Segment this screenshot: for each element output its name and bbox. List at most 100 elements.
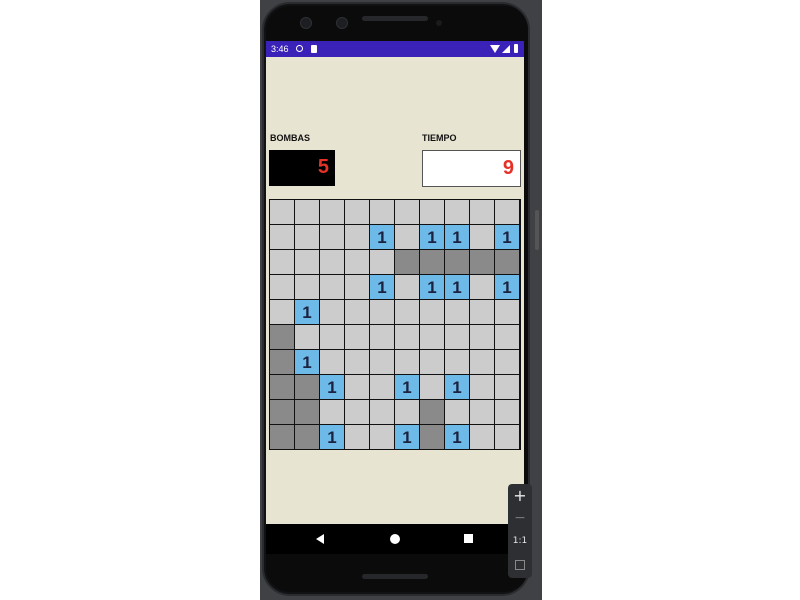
board-cell-hidden[interactable]	[370, 425, 394, 449]
board-cell-open[interactable]	[295, 375, 319, 399]
board-cell-open[interactable]	[270, 425, 294, 449]
board-cell-hidden[interactable]	[295, 225, 319, 249]
board-cell-hidden[interactable]	[420, 350, 444, 374]
board-cell-open[interactable]	[270, 325, 294, 349]
board-cell-number[interactable]: 1	[320, 425, 344, 449]
zoom-in-button[interactable]: +	[508, 486, 532, 505]
board-cell-number[interactable]: 1	[395, 425, 419, 449]
board-cell-number[interactable]: 1	[420, 225, 444, 249]
board-cell-open[interactable]	[420, 425, 444, 449]
board-cell-hidden[interactable]	[270, 300, 294, 324]
board-cell-hidden[interactable]	[295, 200, 319, 224]
board-cell-hidden[interactable]	[345, 375, 369, 399]
board-cell-open[interactable]	[470, 250, 494, 274]
board-cell-hidden[interactable]	[420, 300, 444, 324]
board-cell-hidden[interactable]	[420, 325, 444, 349]
board-cell-hidden[interactable]	[470, 325, 494, 349]
board-cell-open[interactable]	[270, 350, 294, 374]
board-cell-number[interactable]: 1	[495, 225, 519, 249]
board-cell-open[interactable]	[420, 250, 444, 274]
board-cell-open[interactable]	[395, 250, 419, 274]
board-cell-hidden[interactable]	[470, 350, 494, 374]
board-cell-number[interactable]: 1	[370, 225, 394, 249]
board-cell-open[interactable]	[295, 400, 319, 424]
board-cell-hidden[interactable]	[395, 200, 419, 224]
board-cell-hidden[interactable]	[370, 250, 394, 274]
board-cell-hidden[interactable]	[345, 250, 369, 274]
board-cell-number[interactable]: 1	[495, 275, 519, 299]
board-cell-hidden[interactable]	[495, 425, 519, 449]
board-cell-number[interactable]: 1	[445, 225, 469, 249]
board-cell-hidden[interactable]	[345, 225, 369, 249]
board-cell-hidden[interactable]	[320, 200, 344, 224]
board-cell-hidden[interactable]	[320, 400, 344, 424]
board-cell-hidden[interactable]	[370, 350, 394, 374]
home-circle-icon[interactable]	[390, 534, 400, 544]
board-cell-open[interactable]	[295, 425, 319, 449]
board-cell-hidden[interactable]	[495, 400, 519, 424]
board-cell-hidden[interactable]	[295, 275, 319, 299]
board-cell-number[interactable]: 1	[445, 425, 469, 449]
board-cell-hidden[interactable]	[395, 325, 419, 349]
board-cell-hidden[interactable]	[470, 425, 494, 449]
board-cell-hidden[interactable]	[395, 350, 419, 374]
board-cell-hidden[interactable]	[495, 375, 519, 399]
board-cell-hidden[interactable]	[420, 200, 444, 224]
board-cell-hidden[interactable]	[395, 300, 419, 324]
board-cell-hidden[interactable]	[370, 375, 394, 399]
board-cell-open[interactable]	[495, 250, 519, 274]
board-cell-number[interactable]: 1	[395, 375, 419, 399]
board-cell-hidden[interactable]	[370, 300, 394, 324]
board-cell-hidden[interactable]	[470, 300, 494, 324]
board-cell-hidden[interactable]	[320, 350, 344, 374]
board-cell-hidden[interactable]	[420, 375, 444, 399]
board-cell-hidden[interactable]	[345, 200, 369, 224]
board-cell-hidden[interactable]	[295, 250, 319, 274]
board-cell-hidden[interactable]	[445, 350, 469, 374]
board-cell-hidden[interactable]	[470, 225, 494, 249]
board-cell-hidden[interactable]	[345, 300, 369, 324]
board-cell-hidden[interactable]	[445, 325, 469, 349]
board-cell-hidden[interactable]	[320, 275, 344, 299]
board-cell-hidden[interactable]	[345, 425, 369, 449]
board-cell-hidden[interactable]	[270, 275, 294, 299]
board-cell-number[interactable]: 1	[445, 275, 469, 299]
board-cell-number[interactable]: 1	[320, 375, 344, 399]
board-cell-hidden[interactable]	[345, 325, 369, 349]
board-cell-number[interactable]: 1	[295, 300, 319, 324]
board-cell-hidden[interactable]	[445, 300, 469, 324]
board-cell-number[interactable]: 1	[420, 275, 444, 299]
board-cell-hidden[interactable]	[320, 250, 344, 274]
board-cell-hidden[interactable]	[395, 400, 419, 424]
board-cell-hidden[interactable]	[495, 200, 519, 224]
board-cell-hidden[interactable]	[495, 350, 519, 374]
board-cell-hidden[interactable]	[370, 400, 394, 424]
board-cell-open[interactable]	[270, 400, 294, 424]
board-cell-number[interactable]: 1	[445, 375, 469, 399]
board-cell-hidden[interactable]	[470, 275, 494, 299]
board-cell-hidden[interactable]	[395, 225, 419, 249]
board-cell-hidden[interactable]	[470, 400, 494, 424]
board-cell-hidden[interactable]	[370, 200, 394, 224]
board-cell-open[interactable]	[270, 375, 294, 399]
board-cell-hidden[interactable]	[320, 300, 344, 324]
board-cell-hidden[interactable]	[345, 350, 369, 374]
board-cell-number[interactable]: 1	[295, 350, 319, 374]
board-cell-hidden[interactable]	[295, 325, 319, 349]
board-cell-hidden[interactable]	[495, 325, 519, 349]
board-cell-hidden[interactable]	[345, 275, 369, 299]
board-cell-hidden[interactable]	[370, 325, 394, 349]
board-cell-hidden[interactable]	[495, 300, 519, 324]
zoom-ratio-button[interactable]: 1:1	[508, 536, 532, 546]
board-cell-hidden[interactable]	[445, 200, 469, 224]
board-cell-number[interactable]: 1	[370, 275, 394, 299]
board-cell-hidden[interactable]	[320, 225, 344, 249]
board-cell-hidden[interactable]	[395, 275, 419, 299]
board-cell-open[interactable]	[420, 400, 444, 424]
power-button[interactable]	[535, 210, 539, 250]
board-cell-hidden[interactable]	[470, 375, 494, 399]
board-cell-hidden[interactable]	[445, 400, 469, 424]
back-triangle-icon[interactable]	[316, 534, 324, 544]
board-cell-open[interactable]	[445, 250, 469, 274]
board-cell-hidden[interactable]	[320, 325, 344, 349]
